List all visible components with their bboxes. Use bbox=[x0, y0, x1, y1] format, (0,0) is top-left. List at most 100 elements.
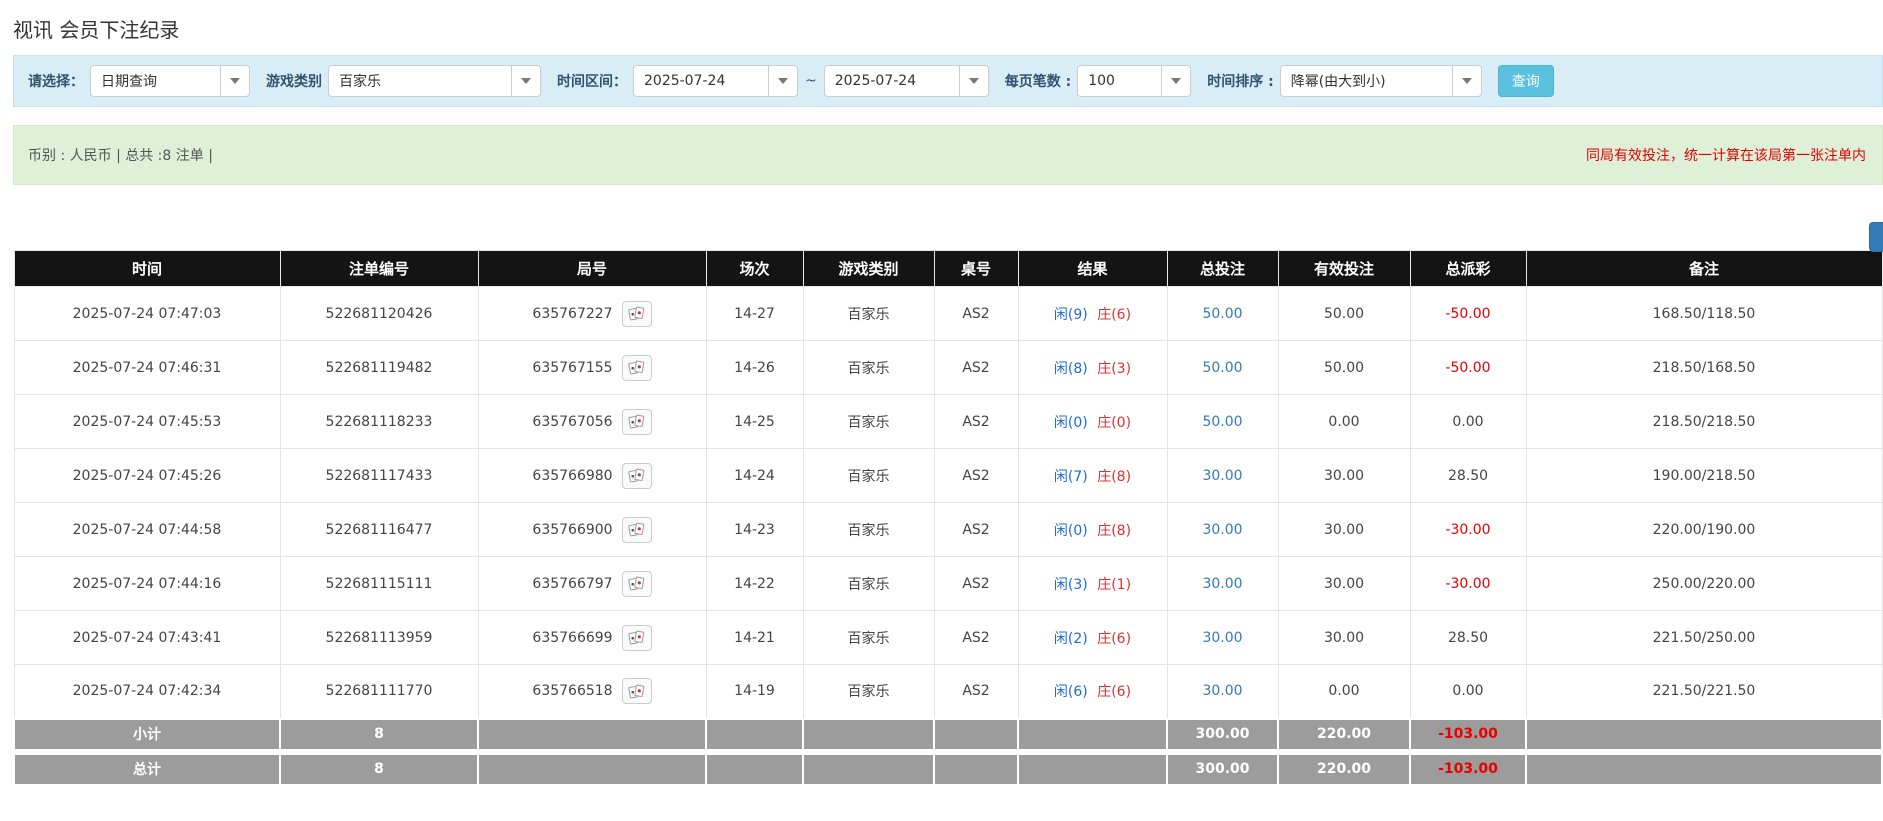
cell-result: 闲(3) 庄(1) bbox=[1018, 557, 1167, 611]
header-game-type: 游戏类别 bbox=[803, 251, 934, 287]
sort-dropdown-button[interactable] bbox=[1452, 65, 1482, 97]
cell-time: 2025-07-24 07:45:53 bbox=[14, 395, 280, 449]
cell-bet-id: 522681116477 bbox=[280, 503, 478, 557]
header-remark: 备注 bbox=[1526, 251, 1882, 287]
round-id-text: 635766699 bbox=[532, 630, 612, 646]
cell-session: 14-24 bbox=[706, 449, 803, 503]
round-id-text: 635766797 bbox=[532, 576, 612, 592]
cell-game-type: 百家乐 bbox=[803, 611, 934, 665]
header-table-no: 桌号 bbox=[934, 251, 1018, 287]
cell-time: 2025-07-24 07:46:31 bbox=[14, 341, 280, 395]
search-button[interactable]: 查询 bbox=[1498, 65, 1554, 97]
total-bet-link[interactable]: 30.00 bbox=[1202, 683, 1242, 699]
cards-icon bbox=[628, 576, 645, 591]
caret-down-icon bbox=[1171, 78, 1181, 84]
total-bet-link[interactable]: 50.00 bbox=[1202, 360, 1242, 376]
cell-valid-bet: 0.00 bbox=[1278, 395, 1410, 449]
view-cards-button[interactable] bbox=[622, 463, 652, 489]
sort-input[interactable] bbox=[1280, 65, 1452, 97]
result-player: 闲(2) bbox=[1054, 631, 1088, 647]
header-round-id: 局号 bbox=[478, 251, 706, 287]
cards-icon bbox=[628, 522, 645, 537]
date-from-combo bbox=[633, 65, 798, 97]
table-row: 2025-07-24 07:47:03 522681120426 6357672… bbox=[14, 287, 1882, 341]
date-from-dropdown-button[interactable] bbox=[768, 65, 798, 97]
cell-total-bet: 30.00 bbox=[1167, 449, 1278, 503]
round-id-text: 635767056 bbox=[532, 414, 612, 430]
cell-table-no: AS2 bbox=[934, 611, 1018, 665]
cell-payout: -50.00 bbox=[1410, 287, 1526, 341]
result-player: 闲(8) bbox=[1054, 361, 1088, 377]
round-id-text: 635766980 bbox=[532, 468, 612, 484]
cell-time: 2025-07-24 07:45:26 bbox=[14, 449, 280, 503]
total-bet-link[interactable]: 30.00 bbox=[1202, 576, 1242, 592]
cell-payout: -30.00 bbox=[1410, 557, 1526, 611]
query-type-dropdown-button[interactable] bbox=[220, 65, 250, 97]
result-player: 闲(0) bbox=[1054, 523, 1088, 539]
total-bet-link[interactable]: 50.00 bbox=[1202, 414, 1242, 430]
summary-bar: 币别 : 人民币 | 总共 :8 注单 | 同局有效投注，统一计算在该局第一张注… bbox=[13, 125, 1883, 185]
cell-table-no: AS2 bbox=[934, 665, 1018, 719]
sort-label: 时间排序 : bbox=[1207, 71, 1273, 91]
cell-result: 闲(7) 庄(8) bbox=[1018, 449, 1167, 503]
view-cards-button[interactable] bbox=[622, 678, 652, 704]
result-banker: 庄(6) bbox=[1097, 307, 1131, 323]
view-cards-button[interactable] bbox=[622, 355, 652, 381]
page-size-combo bbox=[1077, 65, 1191, 97]
header-bet-id: 注单编号 bbox=[280, 251, 478, 287]
cell-session: 14-26 bbox=[706, 341, 803, 395]
cell-time: 2025-07-24 07:44:16 bbox=[14, 557, 280, 611]
cards-icon bbox=[628, 684, 645, 699]
total-valid-bet: 220.00 bbox=[1278, 752, 1410, 785]
result-player: 闲(3) bbox=[1054, 577, 1088, 593]
subtotal-row: 小计 8 300.00 220.00 -103.00 bbox=[14, 719, 1882, 752]
query-type-combo bbox=[90, 65, 250, 97]
total-bet-link[interactable]: 50.00 bbox=[1202, 306, 1242, 322]
cards-icon bbox=[628, 414, 645, 429]
result-banker: 庄(6) bbox=[1097, 684, 1131, 700]
date-to-dropdown-button[interactable] bbox=[959, 65, 989, 97]
view-cards-button[interactable] bbox=[622, 625, 652, 651]
table-row: 2025-07-24 07:44:58 522681116477 6357669… bbox=[14, 503, 1882, 557]
cell-game-type: 百家乐 bbox=[803, 341, 934, 395]
cell-session: 14-22 bbox=[706, 557, 803, 611]
view-cards-button[interactable] bbox=[622, 301, 652, 327]
sort-combo bbox=[1280, 65, 1482, 97]
date-to-combo bbox=[824, 65, 989, 97]
caret-down-icon bbox=[521, 78, 531, 84]
cell-result: 闲(6) 庄(6) bbox=[1018, 665, 1167, 719]
cell-round-id: 635766900 bbox=[478, 503, 706, 557]
page-size-input[interactable] bbox=[1077, 65, 1161, 97]
result-banker: 庄(0) bbox=[1097, 415, 1131, 431]
cell-valid-bet: 50.00 bbox=[1278, 287, 1410, 341]
view-cards-button[interactable] bbox=[622, 517, 652, 543]
result-banker: 庄(6) bbox=[1097, 631, 1131, 647]
round-id-text: 635766900 bbox=[532, 522, 612, 538]
date-range-label: 时间区间： bbox=[557, 71, 627, 91]
total-bet-link[interactable]: 30.00 bbox=[1202, 522, 1242, 538]
cell-bet-id: 522681118233 bbox=[280, 395, 478, 449]
cell-table-no: AS2 bbox=[934, 341, 1018, 395]
cell-bet-id: 522681117433 bbox=[280, 449, 478, 503]
cell-remark: 250.00/220.00 bbox=[1526, 557, 1882, 611]
total-row: 总计 8 300.00 220.00 -103.00 bbox=[14, 752, 1882, 785]
query-type-input[interactable] bbox=[90, 65, 220, 97]
total-bet-link[interactable]: 30.00 bbox=[1202, 468, 1242, 484]
cell-result: 闲(9) 庄(6) bbox=[1018, 287, 1167, 341]
result-player: 闲(7) bbox=[1054, 469, 1088, 485]
view-cards-button[interactable] bbox=[622, 571, 652, 597]
game-type-input[interactable] bbox=[328, 65, 511, 97]
right-edge-button[interactable] bbox=[1869, 222, 1883, 252]
bet-records-table: 时间 注单编号 局号 场次 游戏类别 桌号 结果 总投注 有效投注 总派彩 备注… bbox=[13, 250, 1883, 786]
total-bet-link[interactable]: 30.00 bbox=[1202, 630, 1242, 646]
page-size-dropdown-button[interactable] bbox=[1161, 65, 1191, 97]
game-type-combo bbox=[328, 65, 541, 97]
view-cards-button[interactable] bbox=[622, 409, 652, 435]
cell-time: 2025-07-24 07:47:03 bbox=[14, 287, 280, 341]
date-to-input[interactable] bbox=[824, 65, 959, 97]
cell-table-no: AS2 bbox=[934, 395, 1018, 449]
cell-game-type: 百家乐 bbox=[803, 665, 934, 719]
game-type-dropdown-button[interactable] bbox=[511, 65, 541, 97]
cell-total-bet: 50.00 bbox=[1167, 341, 1278, 395]
date-from-input[interactable] bbox=[633, 65, 768, 97]
